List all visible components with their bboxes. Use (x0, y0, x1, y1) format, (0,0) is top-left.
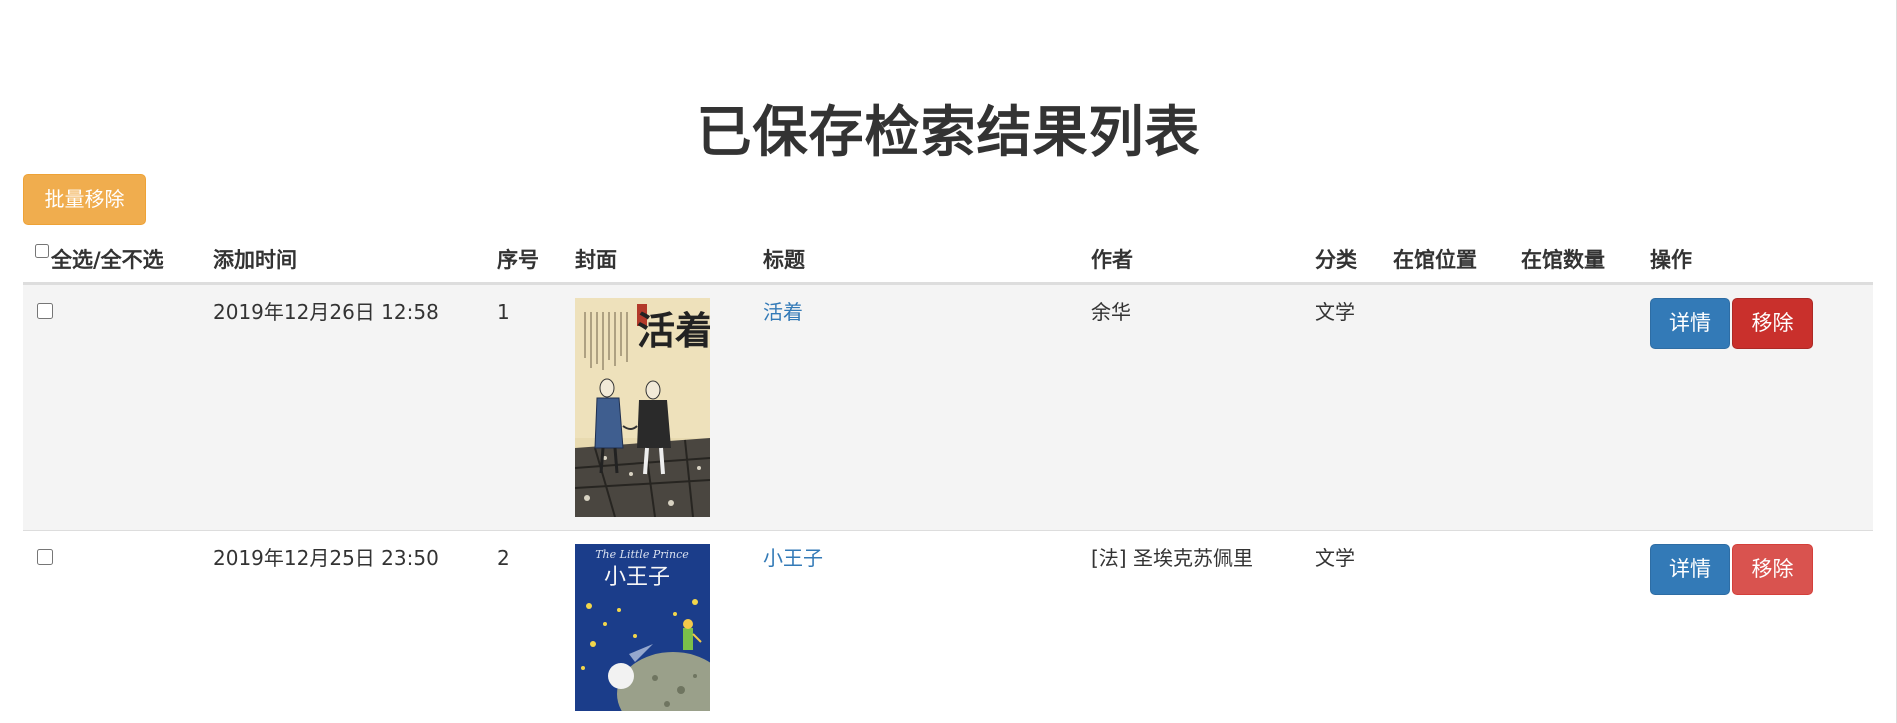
remove-button[interactable]: 移除 (1732, 544, 1813, 595)
select-all-checkbox[interactable] (35, 244, 49, 258)
cover-title-text: 小王子 (604, 565, 670, 590)
header-select-all: 全选/全不选 (23, 236, 205, 285)
header-actions: 操作 (1642, 236, 1873, 285)
actions-cell: 详情 移除 (1642, 283, 1873, 531)
row-index: 2 (489, 530, 567, 723)
quantity (1513, 283, 1642, 531)
header-title: 标题 (755, 236, 1083, 285)
category: 文学 (1307, 530, 1385, 723)
row-checkbox[interactable] (37, 303, 53, 319)
actions-cell: 详情 移除 (1642, 530, 1873, 723)
header-cover: 封面 (567, 236, 755, 285)
author: 余华 (1083, 283, 1307, 531)
author: [法] 圣埃克苏佩里 (1083, 530, 1307, 723)
header-location: 在馆位置 (1385, 236, 1513, 285)
remove-button[interactable]: 移除 (1732, 298, 1813, 349)
title-cell: 小王子 (755, 530, 1083, 723)
header-category: 分类 (1307, 236, 1385, 285)
added-time: 2019年12月25日 23:50 (205, 530, 489, 723)
category: 文学 (1307, 283, 1385, 531)
header-added-time: 添加时间 (205, 236, 489, 285)
page-title: 已保存检索结果列表 (696, 100, 1201, 164)
book-title-link[interactable]: 小王子 (763, 546, 823, 570)
added-time: 2019年12月26日 12:58 (205, 283, 489, 531)
book-cover-image: The Little Prince 小王子 (575, 544, 710, 711)
cover-cell: 活着 (567, 283, 755, 531)
quantity (1513, 530, 1642, 723)
batch-remove-button[interactable]: 批量移除 (23, 174, 146, 225)
header-quantity: 在馆数量 (1513, 236, 1642, 285)
table-row: 2019年12月25日 23:50 2 The Little Prince 小王… (23, 530, 1873, 723)
location (1385, 283, 1513, 531)
row-index: 1 (489, 283, 567, 531)
header-author: 作者 (1083, 236, 1307, 285)
page: 已保存检索结果列表 批量移除 全选/全不选 添加时间 序号 封面 标题 作者 分… (0, 0, 1897, 723)
cover-cell: The Little Prince 小王子 (567, 530, 755, 723)
detail-button[interactable]: 详情 (1650, 298, 1730, 349)
location (1385, 530, 1513, 723)
table-header-row: 全选/全不选 添加时间 序号 封面 标题 作者 分类 在馆位置 在馆数量 操作 (23, 236, 1873, 285)
book-title-link[interactable]: 活着 (763, 300, 803, 324)
row-checkbox[interactable] (37, 549, 53, 565)
row-select-cell (23, 530, 205, 723)
cover-title-text: 活着 (637, 308, 710, 353)
select-all-label: 全选/全不选 (51, 248, 164, 272)
row-select-cell (23, 283, 205, 531)
cover-subtitle-text: The Little Prince (595, 548, 689, 561)
header-index: 序号 (489, 236, 567, 285)
table-row: 2019年12月26日 12:58 1 活着 活着 余华 文学 详情 移除 (23, 283, 1873, 531)
detail-button[interactable]: 详情 (1650, 544, 1730, 595)
book-cover-image: 活着 (575, 298, 710, 517)
title-cell: 活着 (755, 283, 1083, 531)
results-table: 全选/全不选 添加时间 序号 封面 标题 作者 分类 在馆位置 在馆数量 操作 … (23, 236, 1873, 723)
